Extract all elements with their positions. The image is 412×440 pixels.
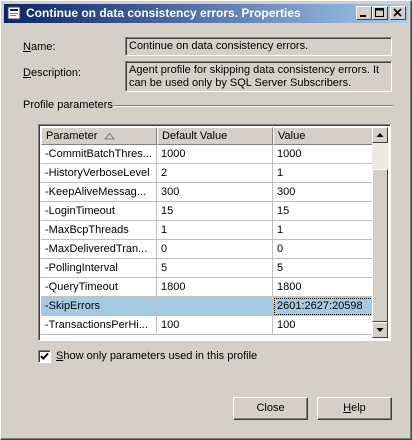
parameter-cell: -PollingInterval xyxy=(41,259,157,278)
show-only-label[interactable]: Show only parameters used in this profil… xyxy=(56,350,257,362)
parameter-cell: -KeepAliveMessag... xyxy=(41,183,157,202)
value-cell[interactable]: 15 xyxy=(273,202,374,221)
sort-ascending-icon xyxy=(104,133,115,140)
value-cell[interactable]: 300 xyxy=(273,183,374,202)
value-cell[interactable]: 1 xyxy=(273,221,374,240)
checkmark-icon xyxy=(40,352,49,360)
profile-icon xyxy=(7,6,21,20)
name-label: Name: xyxy=(23,41,56,53)
group-divider xyxy=(113,105,393,107)
table-row[interactable]: -MaxBcpThreads 1 1 xyxy=(41,221,374,240)
arrow-down-icon xyxy=(376,328,384,332)
value-cell[interactable]: 1800 xyxy=(273,278,374,297)
parameter-cell: -MaxBcpThreads xyxy=(41,221,157,240)
default-value-cell: 2 xyxy=(157,164,273,183)
column-header-default-value[interactable]: Default Value xyxy=(157,127,273,145)
arrow-up-icon xyxy=(376,133,384,137)
properties-dialog: Continue on data consistency errors. Pro… xyxy=(0,0,412,440)
table-row[interactable]: -CommitBatchThres... 1000 1000 xyxy=(41,145,374,164)
value-cell[interactable]: 1 xyxy=(273,164,374,183)
parameter-cell: -CommitBatchThres... xyxy=(41,145,157,164)
parameter-cell: -HistoryVerboseLevel xyxy=(41,164,157,183)
scroll-thumb[interactable] xyxy=(372,169,388,322)
vertical-scrollbar[interactable] xyxy=(372,127,388,338)
default-value-cell: 1000 xyxy=(157,145,273,164)
table-row[interactable]: -HistoryVerboseLevel 2 1 xyxy=(41,164,374,183)
minimize-button[interactable] xyxy=(356,6,372,20)
close-icon xyxy=(393,8,402,17)
scroll-down-button[interactable] xyxy=(372,322,388,338)
parameter-cell: -SkipErrors xyxy=(41,297,157,316)
description-field[interactable]: Agent profile for skipping data consiste… xyxy=(125,61,392,92)
default-value-cell: 300 xyxy=(157,183,273,202)
scroll-up-button[interactable] xyxy=(372,127,388,143)
close-button[interactable]: Close xyxy=(233,397,308,420)
maximize-button[interactable] xyxy=(372,6,388,20)
description-label: Description: xyxy=(23,67,82,79)
show-only-checkbox[interactable] xyxy=(38,350,51,363)
parameter-cell: -MaxDeliveredTran... xyxy=(41,240,157,259)
close-window-button[interactable] xyxy=(390,6,406,20)
column-header-parameter[interactable]: Parameter xyxy=(41,127,157,145)
window-title: Continue on data consistency errors. Pro… xyxy=(26,6,301,20)
default-value-cell: 1800 xyxy=(157,278,273,297)
column-header-value[interactable]: Value xyxy=(273,127,374,145)
value-cell[interactable]: 0 xyxy=(273,240,374,259)
table-row[interactable]: -PollingInterval 5 5 xyxy=(41,259,374,278)
help-button[interactable]: Help xyxy=(317,397,392,420)
name-field[interactable]: Continue on data consistency errors. xyxy=(125,37,392,56)
default-value-cell: 5 xyxy=(157,259,273,278)
table-row[interactable]: -LoginTimeout 15 15 xyxy=(41,202,374,221)
default-value-cell xyxy=(157,297,273,316)
parameter-cell: -TransactionsPerHi... xyxy=(41,316,157,335)
maximize-icon xyxy=(375,8,384,17)
table-row[interactable]: -QueryTimeout 1800 1800 xyxy=(41,278,374,297)
table-row-selected[interactable]: -SkipErrors 2601:2627:20598 xyxy=(41,297,374,316)
default-value-cell: 100 xyxy=(157,316,273,335)
title-bar[interactable]: Continue on data consistency errors. Pro… xyxy=(4,4,408,23)
parameter-cell: -QueryTimeout xyxy=(41,278,157,297)
table-row[interactable]: -TransactionsPerHi... 100 100 xyxy=(41,316,374,335)
table-row[interactable]: -MaxDeliveredTran... 0 0 xyxy=(41,240,374,259)
value-cell[interactable]: 1000 xyxy=(273,145,374,164)
value-cell[interactable]: 5 xyxy=(273,259,374,278)
profile-parameters-label: Profile parameters xyxy=(23,99,113,111)
minimize-icon xyxy=(360,15,366,17)
default-value-cell: 15 xyxy=(157,202,273,221)
parameters-grid[interactable]: Parameter Default Value Value -CommitBat… xyxy=(38,124,391,341)
default-value-cell: 0 xyxy=(157,240,273,259)
table-row[interactable]: -KeepAliveMessag... 300 300 xyxy=(41,183,374,202)
parameter-cell: -LoginTimeout xyxy=(41,202,157,221)
value-cell[interactable]: 2601:2627:20598 xyxy=(273,297,374,316)
value-cell[interactable]: 100 xyxy=(273,316,374,335)
default-value-cell: 1 xyxy=(157,221,273,240)
